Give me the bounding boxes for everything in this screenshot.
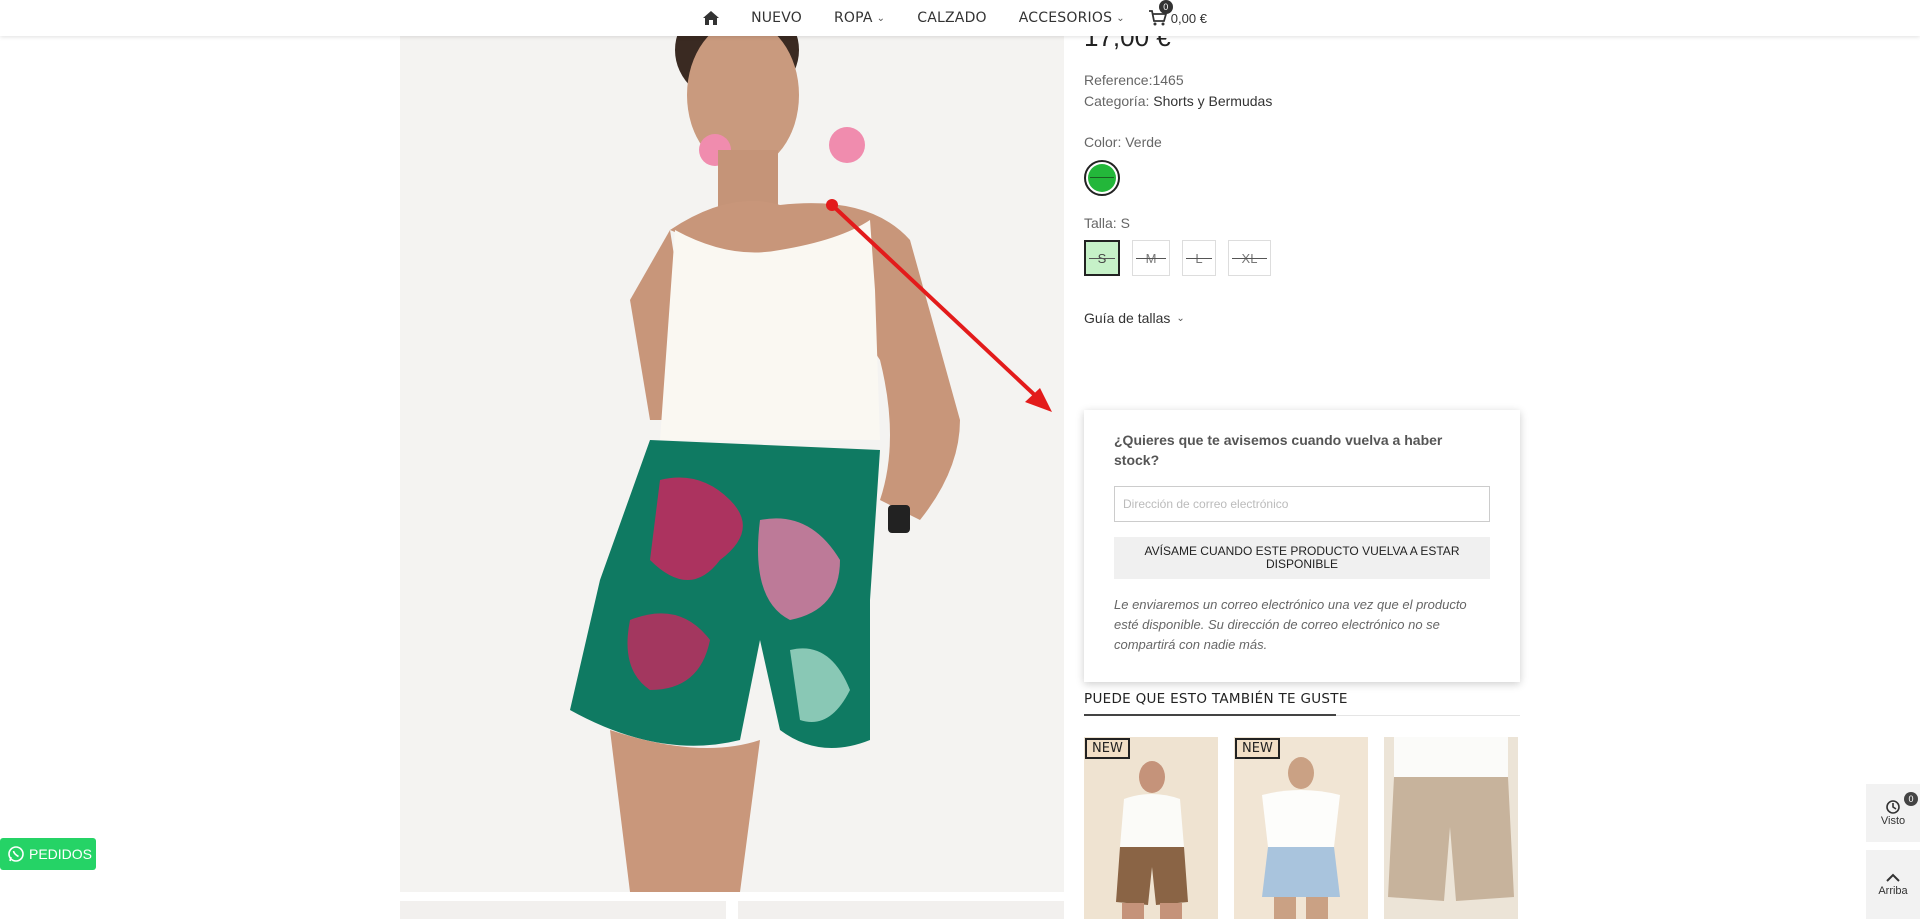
stock-notify-box: ¿Quieres que te avisemos cuando vuelva a…	[1084, 410, 1520, 682]
related-products-title: PUEDE QUE ESTO TAMBIÉN TE GUSTE	[1084, 691, 1348, 707]
size-option-l[interactable]: L	[1182, 240, 1216, 276]
home-icon	[703, 11, 720, 25]
size-label: Talla: S	[1084, 215, 1130, 231]
pedidos-label: PEDIDOS	[29, 846, 93, 862]
related-product-card[interactable]: NEW	[1084, 737, 1218, 919]
notify-title: ¿Quieres que te avisemos cuando vuelva a…	[1114, 432, 1443, 468]
nav-menu: NUEVO ROPA ⌄ CALZADO ACCESORIOS ⌄ 0 0,00…	[703, 0, 1207, 26]
color-swatch-verde[interactable]	[1084, 160, 1120, 196]
nav-item-calzado[interactable]: CALZADO	[901, 10, 1003, 26]
reference-label: Reference:	[1084, 72, 1153, 88]
recently-viewed-button[interactable]: 0 Visto	[1866, 784, 1920, 842]
chevron-up-icon	[1886, 873, 1900, 882]
product-reference: Reference:1465	[1084, 72, 1184, 88]
related-product-card[interactable]	[1384, 737, 1518, 919]
size-option-m[interactable]: M	[1132, 240, 1170, 276]
nav-item-ropa[interactable]: ROPA ⌄	[818, 10, 901, 26]
title-underline	[1084, 714, 1336, 716]
product-photo	[1384, 737, 1518, 919]
new-badge: NEW	[1235, 738, 1280, 759]
chevron-down-icon: ⌄	[1176, 312, 1185, 324]
size-guide-label: Guía de tallas	[1084, 310, 1171, 326]
size-option-s[interactable]: S	[1084, 240, 1120, 276]
whatsapp-icon	[8, 846, 24, 862]
nav-item-accesorios[interactable]: ACCESORIOS ⌄	[1003, 10, 1141, 26]
product-thumbnail[interactable]	[738, 901, 1064, 919]
visto-label: Visto	[1880, 815, 1906, 827]
notify-note: Le enviaremos un correo electrónico una …	[1114, 597, 1467, 652]
arriba-label: Arriba	[1878, 884, 1908, 897]
size-guide-toggle[interactable]: Guía de tallas ⌄	[1084, 310, 1185, 326]
product-category: Categoría: Shorts y Bermudas	[1084, 93, 1272, 109]
chevron-down-icon: ⌄	[1116, 12, 1125, 24]
notify-me-button[interactable]: AVÍSAME CUANDO ESTE PRODUCTO VUELVA A ES…	[1114, 537, 1490, 579]
cart-button[interactable]: 0 0,00 €	[1141, 0, 1207, 26]
cart-total: 0,00 €	[1170, 10, 1207, 26]
nav-item-nuevo[interactable]: NUEVO	[735, 10, 818, 26]
color-swatch-fill	[1088, 164, 1116, 192]
size-option-xl[interactable]: XL	[1228, 240, 1271, 276]
nav-item-label: ROPA	[833, 10, 873, 26]
product-photo	[400, 0, 1064, 892]
product-thumbnail[interactable]	[400, 901, 726, 919]
product-photo	[1084, 737, 1218, 919]
color-label: Color: Verde	[1084, 134, 1162, 150]
size-options: S M L XL	[1084, 240, 1271, 276]
category-link[interactable]: Shorts y Bermudas	[1153, 93, 1272, 109]
email-field[interactable]	[1114, 486, 1490, 522]
chevron-down-icon: ⌄	[876, 12, 886, 24]
product-photo	[1234, 737, 1368, 919]
history-icon	[1886, 800, 1900, 814]
viewed-count-badge: 0	[1904, 792, 1918, 806]
cart-count-badge: 0	[1158, 0, 1173, 14]
home-link[interactable]	[703, 11, 735, 25]
whatsapp-orders-button[interactable]: PEDIDOS	[0, 838, 96, 870]
related-product-card[interactable]: NEW	[1234, 737, 1368, 919]
nav-item-label: ACCESORIOS	[1018, 10, 1113, 26]
product-main-image[interactable]	[400, 0, 1064, 892]
category-label: Categoría:	[1084, 93, 1150, 109]
top-navigation: NUEVO ROPA ⌄ CALZADO ACCESORIOS ⌄ 0 0,00…	[0, 0, 1920, 36]
back-to-top-button[interactable]: Arriba	[1866, 850, 1920, 919]
reference-value: 1465	[1152, 72, 1184, 88]
new-badge: NEW	[1085, 738, 1130, 759]
